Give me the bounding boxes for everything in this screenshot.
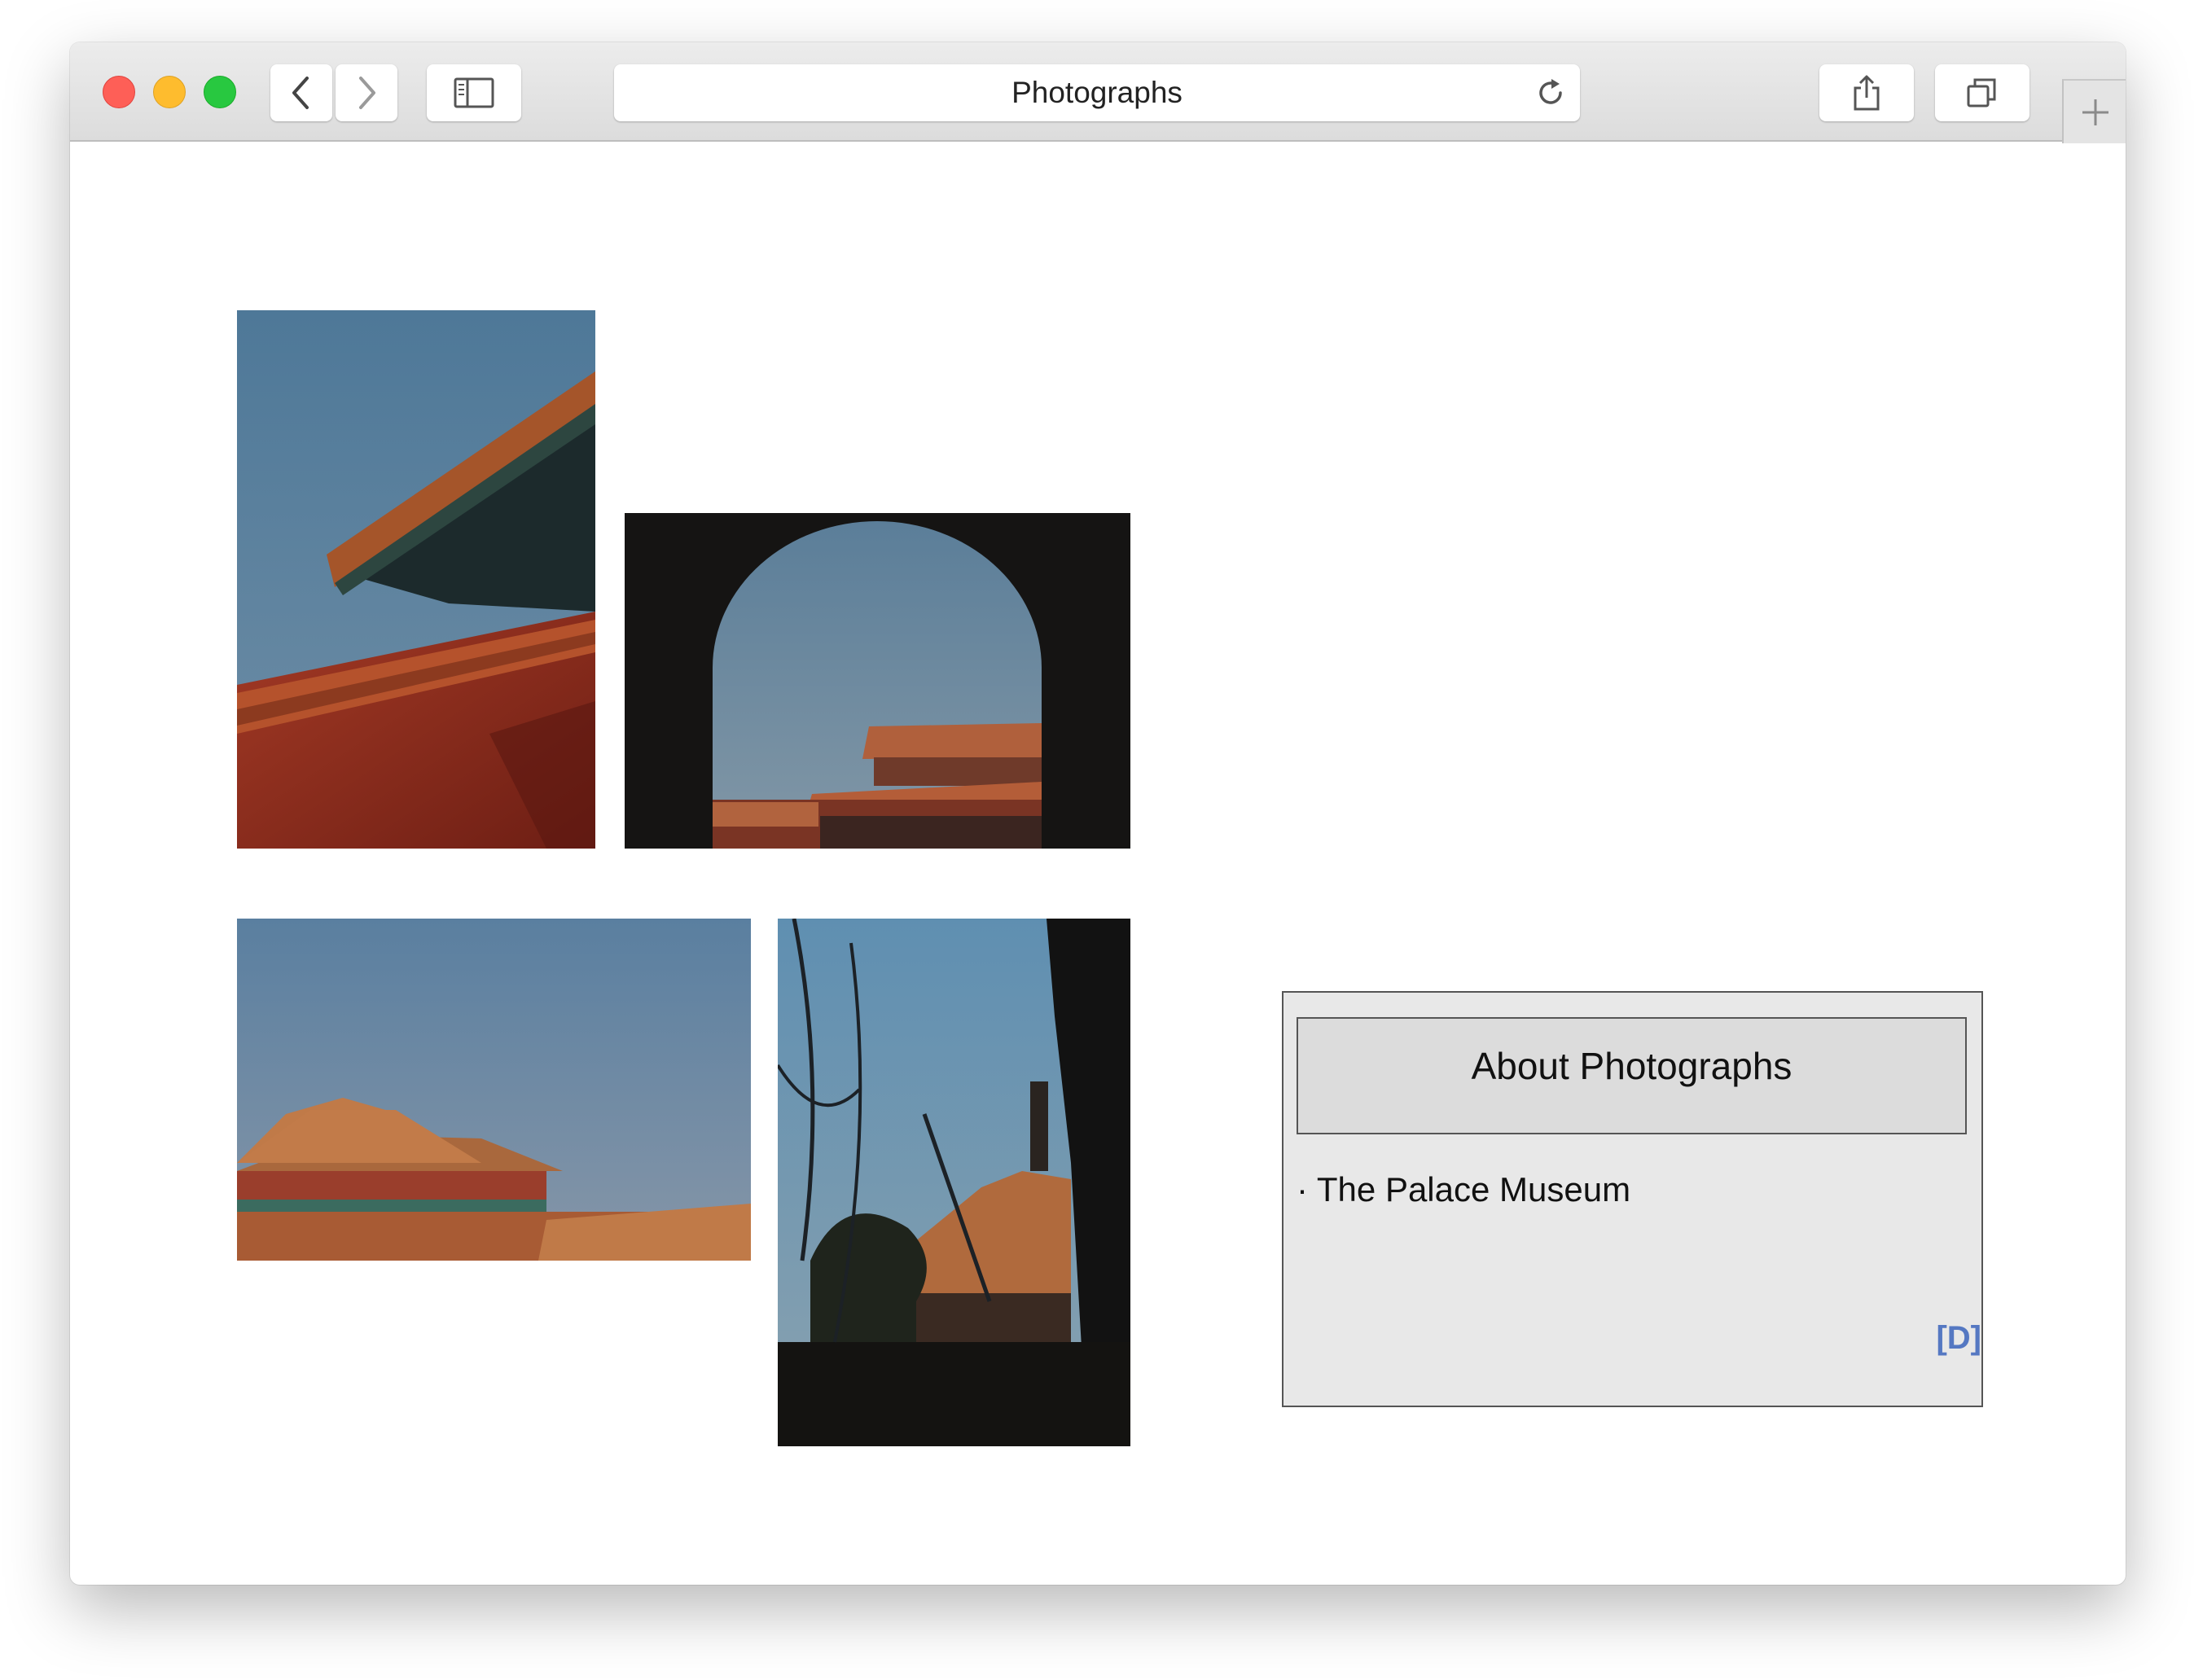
share-button[interactable]	[1819, 64, 1914, 121]
browser-window: Photographs About Photographs · The Pala…	[70, 42, 2126, 1585]
about-list-item: · The Palace Museum	[1297, 1170, 1631, 1208]
photo-archway-image	[625, 513, 1130, 849]
new-tab-button[interactable]	[2062, 79, 2126, 143]
about-panel-header: About Photographs	[1297, 1017, 1967, 1134]
photo-red-wall-image	[237, 310, 595, 849]
chevron-right-icon	[359, 77, 375, 109]
chevron-left-icon	[292, 77, 309, 109]
details-link[interactable]: [D]	[1936, 1320, 1981, 1357]
close-window-button[interactable]	[103, 76, 135, 108]
forward-button[interactable]	[336, 64, 397, 121]
show-tabs-button[interactable]	[1935, 64, 2029, 121]
reload-icon[interactable]	[1534, 77, 1567, 109]
page-title: Photographs	[1011, 76, 1183, 109]
sidebar-icon	[454, 77, 494, 108]
photo-hall-image	[237, 919, 751, 1261]
browser-toolbar: Photographs	[70, 42, 2126, 143]
photo-red-wall-eaves[interactable]	[237, 310, 595, 849]
share-icon	[1854, 75, 1880, 111]
plus-icon	[2082, 99, 2108, 125]
address-bar[interactable]: Photographs	[614, 64, 1580, 121]
photo-pavilion-branches[interactable]	[778, 919, 1130, 1446]
minimize-window-button[interactable]	[153, 76, 186, 108]
photo-pavilion-image	[778, 919, 1130, 1446]
photo-archway-pavilion[interactable]	[625, 513, 1130, 849]
about-panel-title: About Photographs	[1471, 1045, 1792, 1087]
back-button[interactable]	[270, 64, 332, 121]
tabs-icon	[1967, 78, 1996, 107]
zoom-window-button[interactable]	[204, 76, 236, 108]
photo-palace-hall[interactable]	[237, 919, 751, 1261]
about-panel: About Photographs · The Palace Museum [D…	[1282, 991, 1983, 1407]
sidebar-toggle-button[interactable]	[427, 64, 521, 121]
